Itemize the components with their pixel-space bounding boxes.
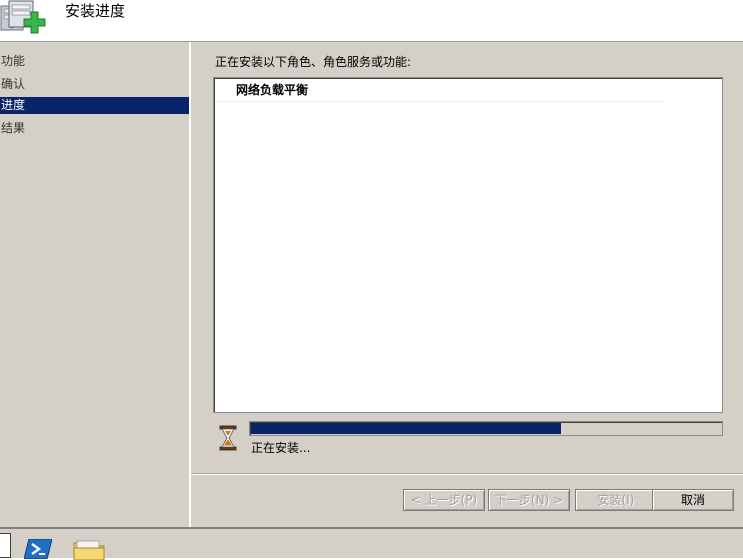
page-title: 安装进度	[65, 2, 126, 20]
taskbar-start-area[interactable]	[0, 533, 11, 558]
sidebar-item-results[interactable]: 结果	[0, 120, 189, 137]
wizard-sidebar: 功能 确认 进度 结果	[0, 42, 190, 527]
main-panel: 正在安装以下角色、角色服务或功能: 网络负载平衡 正在安装... < 上一步(P…	[191, 42, 743, 527]
next-button[interactable]: 下一步(N) >	[488, 489, 570, 511]
taskbar	[0, 527, 743, 560]
hourglass-icon	[219, 425, 237, 451]
install-progress-bar	[249, 421, 723, 436]
folder-icon[interactable]	[73, 540, 105, 560]
footer-separator	[191, 473, 743, 475]
sidebar-item-features[interactable]: 功能	[0, 53, 189, 70]
cancel-button[interactable]: 取消	[652, 489, 734, 511]
wizard-header: 安装进度	[0, 0, 743, 42]
progress-fill	[251, 423, 561, 434]
list-item: 网络负载平衡	[216, 80, 664, 102]
install-button[interactable]: 安装(I)	[575, 489, 657, 511]
role-name: 网络负载平衡	[236, 83, 309, 97]
sidebar-item-progress[interactable]: 进度	[0, 97, 189, 114]
powershell-icon[interactable]	[24, 539, 52, 559]
server-add-icon	[0, 0, 46, 34]
progress-status-text: 正在安装...	[251, 441, 311, 455]
install-list-label: 正在安装以下角色、角色服务或功能:	[215, 55, 412, 69]
role-list[interactable]: 网络负载平衡	[213, 77, 723, 413]
previous-button[interactable]: < 上一步(P)	[403, 489, 485, 511]
sidebar-item-confirmation[interactable]: 确认	[0, 76, 189, 93]
